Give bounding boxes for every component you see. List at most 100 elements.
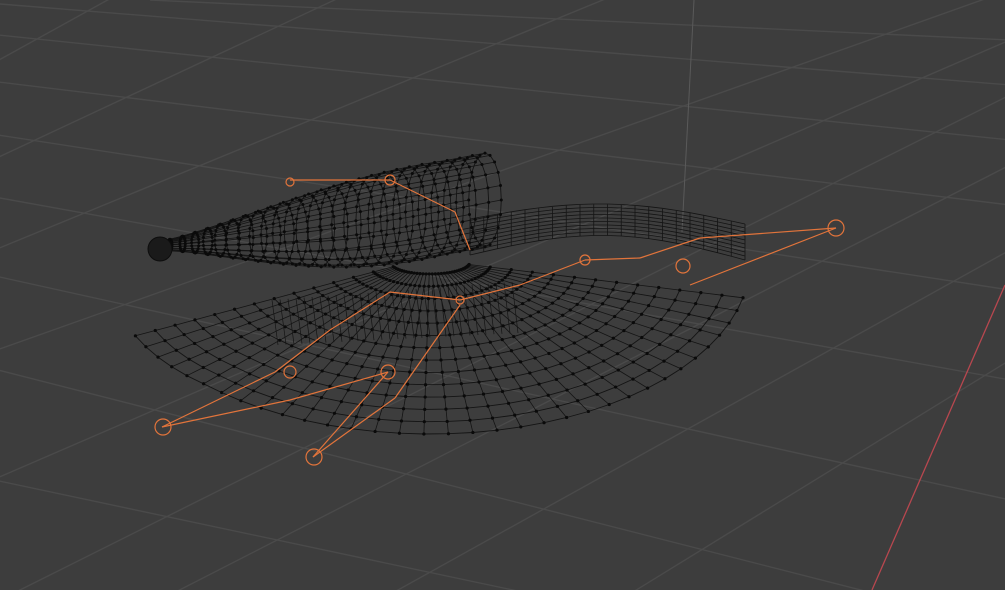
- wing-vertex: [474, 290, 479, 294]
- bone-line[interactable]: [312, 397, 396, 458]
- body-vertex: [458, 178, 462, 182]
- wing-vertex: [509, 349, 514, 353]
- body-vertex: [303, 194, 307, 198]
- body-vertex: [259, 210, 263, 214]
- wing-vertex: [439, 271, 443, 276]
- wing-vertex: [481, 329, 485, 333]
- body-vertex: [430, 220, 434, 224]
- wing-vertex: [581, 296, 585, 301]
- body-vertex: [272, 206, 276, 210]
- body-vertex: [260, 224, 264, 228]
- body-vertex: [442, 246, 446, 250]
- wing-vertex: [560, 346, 564, 351]
- bone-line[interactable]: [329, 291, 391, 331]
- wing-vertex: [267, 333, 271, 337]
- wing-vertex: [706, 345, 710, 349]
- body-vertex: [213, 238, 217, 242]
- body-vertex: [450, 250, 454, 254]
- wing-vertex: [346, 388, 350, 392]
- wing-vertex: [615, 280, 619, 285]
- wing-vertex: [555, 404, 560, 409]
- body-vertex: [320, 201, 324, 205]
- body-mesh[interactable]: [147, 151, 503, 269]
- wing-vertex: [353, 376, 357, 380]
- wing-vertex: [473, 276, 477, 281]
- wing-vertex: [311, 407, 315, 411]
- wing-vertex: [528, 371, 532, 375]
- wing-vertex: [323, 312, 328, 316]
- body-vertex: [290, 250, 294, 254]
- body-vertex: [290, 213, 294, 217]
- body-vertex: [360, 255, 364, 259]
- wing-vertex: [631, 377, 635, 381]
- body-vertex: [318, 212, 322, 216]
- body-vertex: [442, 217, 446, 221]
- wing-vertex: [494, 378, 498, 382]
- bone-joint[interactable]: [675, 258, 691, 274]
- 3d-viewport[interactable]: [0, 0, 1005, 590]
- grid-line: [0, 3, 1005, 86]
- wing-vertex: [471, 430, 475, 435]
- body-vertex: [382, 170, 386, 174]
- wing-vertex: [420, 296, 424, 301]
- wing-vertex: [551, 273, 555, 277]
- wing-vertex: [486, 300, 491, 305]
- wing-vertex: [392, 280, 396, 284]
- body-vertex: [345, 237, 349, 241]
- wing-vertex: [361, 282, 365, 286]
- bone-line[interactable]: [161, 399, 291, 428]
- body-vertex: [336, 257, 340, 261]
- body-vertex: [278, 242, 282, 246]
- body-vertex: [239, 218, 243, 222]
- viewport-canvas[interactable]: [0, 0, 1005, 590]
- body-vertex: [374, 262, 378, 266]
- wing-vertex: [546, 393, 550, 397]
- body-vertex: [355, 205, 359, 209]
- body-vertex: [222, 251, 226, 255]
- body-vertex: [429, 205, 433, 209]
- body-vertex: [458, 233, 462, 237]
- wing-vertex: [360, 365, 364, 369]
- body-vertex: [486, 215, 490, 219]
- body-vertex: [336, 188, 340, 192]
- body-vertex: [397, 231, 401, 235]
- body-vertex: [275, 256, 279, 260]
- body-vertex: [398, 217, 402, 221]
- body-vertex: [473, 217, 477, 221]
- body-vertex: [473, 236, 477, 240]
- wing-vertex: [401, 407, 406, 411]
- body-vertex: [433, 182, 437, 186]
- bone-joint[interactable]: [283, 365, 297, 379]
- wing-vertex: [698, 328, 702, 332]
- body-vertex: [473, 188, 477, 192]
- body-vertex: [420, 162, 424, 166]
- wing-vertex: [427, 284, 431, 288]
- body-vertex: [346, 225, 350, 229]
- wing-vertex: [410, 358, 414, 362]
- bone-line[interactable]: [519, 259, 586, 286]
- body-vertex: [236, 229, 240, 233]
- body-vertex: [314, 199, 318, 203]
- wing-vertex: [282, 385, 286, 389]
- body-vertex: [385, 233, 389, 237]
- wing-vertex: [554, 377, 559, 381]
- wing-vertex: [678, 288, 682, 292]
- body-vertex: [319, 265, 323, 269]
- body-vertex: [301, 203, 305, 207]
- wing-vertex: [426, 297, 431, 301]
- wing-vertex: [477, 380, 481, 384]
- body-vertex: [344, 265, 348, 269]
- wing-vertex: [182, 332, 186, 337]
- body-vertex: [385, 205, 389, 209]
- body-vertex: [438, 163, 442, 167]
- body-vertex: [475, 156, 479, 160]
- body-vertex: [392, 227, 396, 231]
- bone-line[interactable]: [584, 257, 641, 261]
- wing-vertex: [501, 324, 505, 328]
- body-vertex: [457, 173, 461, 177]
- body-vertex: [433, 238, 437, 242]
- wing-vertex: [533, 327, 537, 331]
- body-vertex: [296, 207, 300, 211]
- body-vertex: [450, 161, 454, 165]
- wing-vertex: [490, 416, 495, 420]
